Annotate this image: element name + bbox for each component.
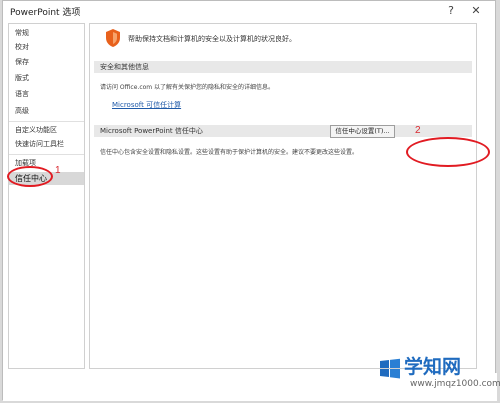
- intro-text: 帮助保持文档和计算机的安全以及计算机的状况良好。: [128, 35, 296, 43]
- watermark-logo-icon: [380, 358, 400, 379]
- sidebar-divider: [9, 121, 84, 122]
- sidebar-item-quick-access-toolbar[interactable]: 快速访问工具栏: [9, 138, 84, 151]
- sidebar-item-proofing[interactable]: 校对: [9, 41, 84, 54]
- window-title: PowerPoint 选项: [10, 8, 81, 18]
- options-dialog: PowerPoint 选项 ? ✕ 常规 校对 保存 版式 语言 高级 自定义功…: [2, 0, 497, 401]
- highlight-circle-settings-button: [406, 137, 490, 167]
- watermark-url: www.jmqz1000.com: [410, 379, 500, 389]
- sidebar-item-general[interactable]: 常规: [9, 27, 84, 40]
- help-button[interactable]: ?: [443, 3, 459, 19]
- trust-center-settings-button[interactable]: 信任中心设置(T)...: [330, 125, 395, 138]
- sidebar-item-advanced[interactable]: 高级: [9, 105, 84, 118]
- watermark-brand: 学知网: [404, 356, 462, 378]
- sidebar-item-customize-ribbon[interactable]: 自定义功能区: [9, 124, 84, 137]
- shield-icon: [106, 29, 120, 47]
- trustworthy-computing-link[interactable]: Microsoft 可信任计算: [112, 100, 181, 110]
- trust-description: 信任中心包含安全设置和隐私设置。这些设置有助于保护计算机的安全。建议不要更改这些…: [100, 149, 359, 156]
- sidebar-nav: 常规 校对 保存 版式 语言 高级 自定义功能区 快速访问工具栏 加载项 信任中…: [8, 23, 85, 369]
- sidebar-item-language[interactable]: 语言: [9, 88, 84, 101]
- sidebar-divider: [9, 154, 84, 155]
- main-panel: 帮助保持文档和计算机的安全以及计算机的状况良好。 安全和其他信息 请访问 Off…: [89, 23, 477, 369]
- highlight-circle-trust-center: [7, 166, 53, 187]
- close-button[interactable]: ✕: [468, 3, 484, 19]
- security-section-header: 安全和其他信息: [94, 61, 472, 73]
- step-marker-2: 2: [415, 125, 421, 136]
- sidebar-item-layout[interactable]: 版式: [9, 72, 84, 85]
- sidebar-item-save[interactable]: 保存: [9, 56, 84, 69]
- step-marker-1: 1: [55, 165, 61, 176]
- site-watermark: 学知网 www.jmqz1000.com: [378, 352, 500, 400]
- title-bar: PowerPoint 选项 ? ✕: [3, 1, 495, 21]
- security-description: 请访问 Office.com 以了解有关保护您的隐私和安全的详细信息。: [100, 84, 275, 91]
